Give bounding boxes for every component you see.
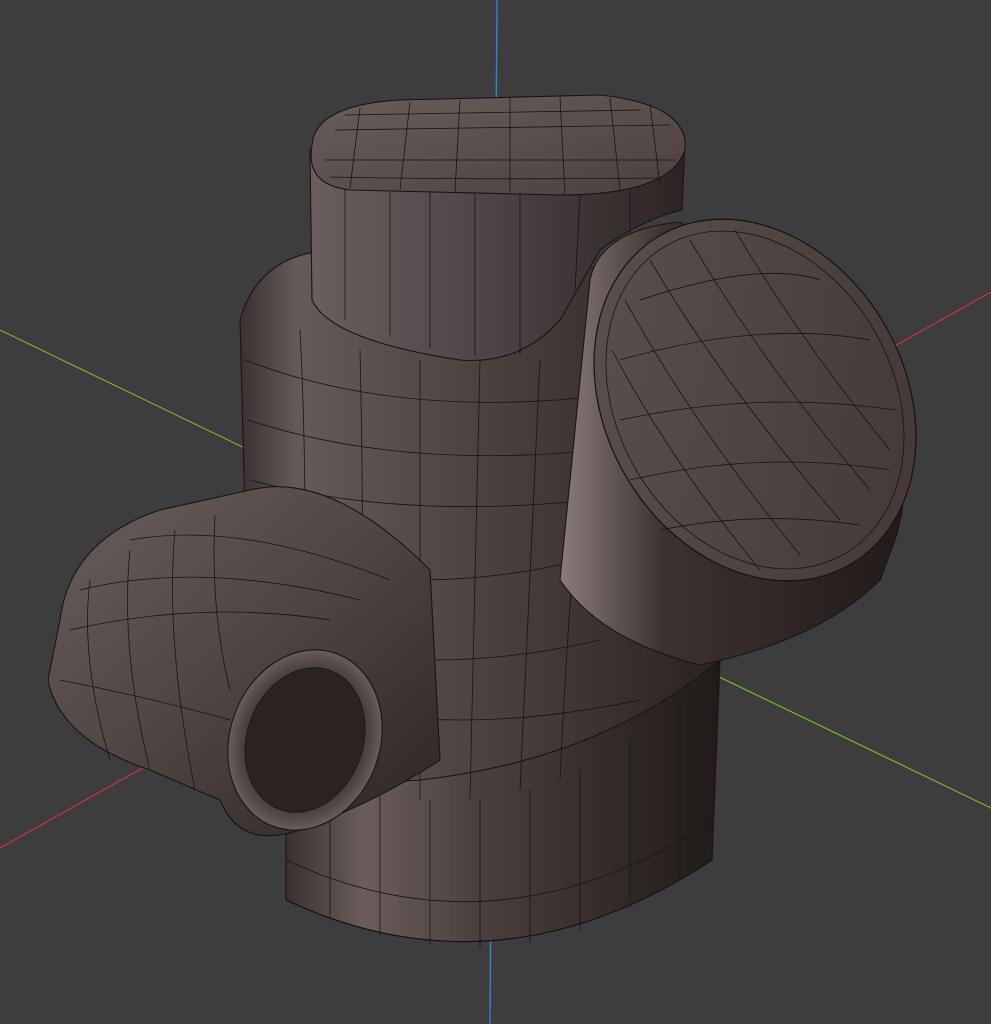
viewport-canvas[interactable] — [0, 0, 991, 1024]
3d-viewport[interactable] — [0, 0, 991, 1024]
mesh-object[interactable] — [47, 94, 980, 948]
